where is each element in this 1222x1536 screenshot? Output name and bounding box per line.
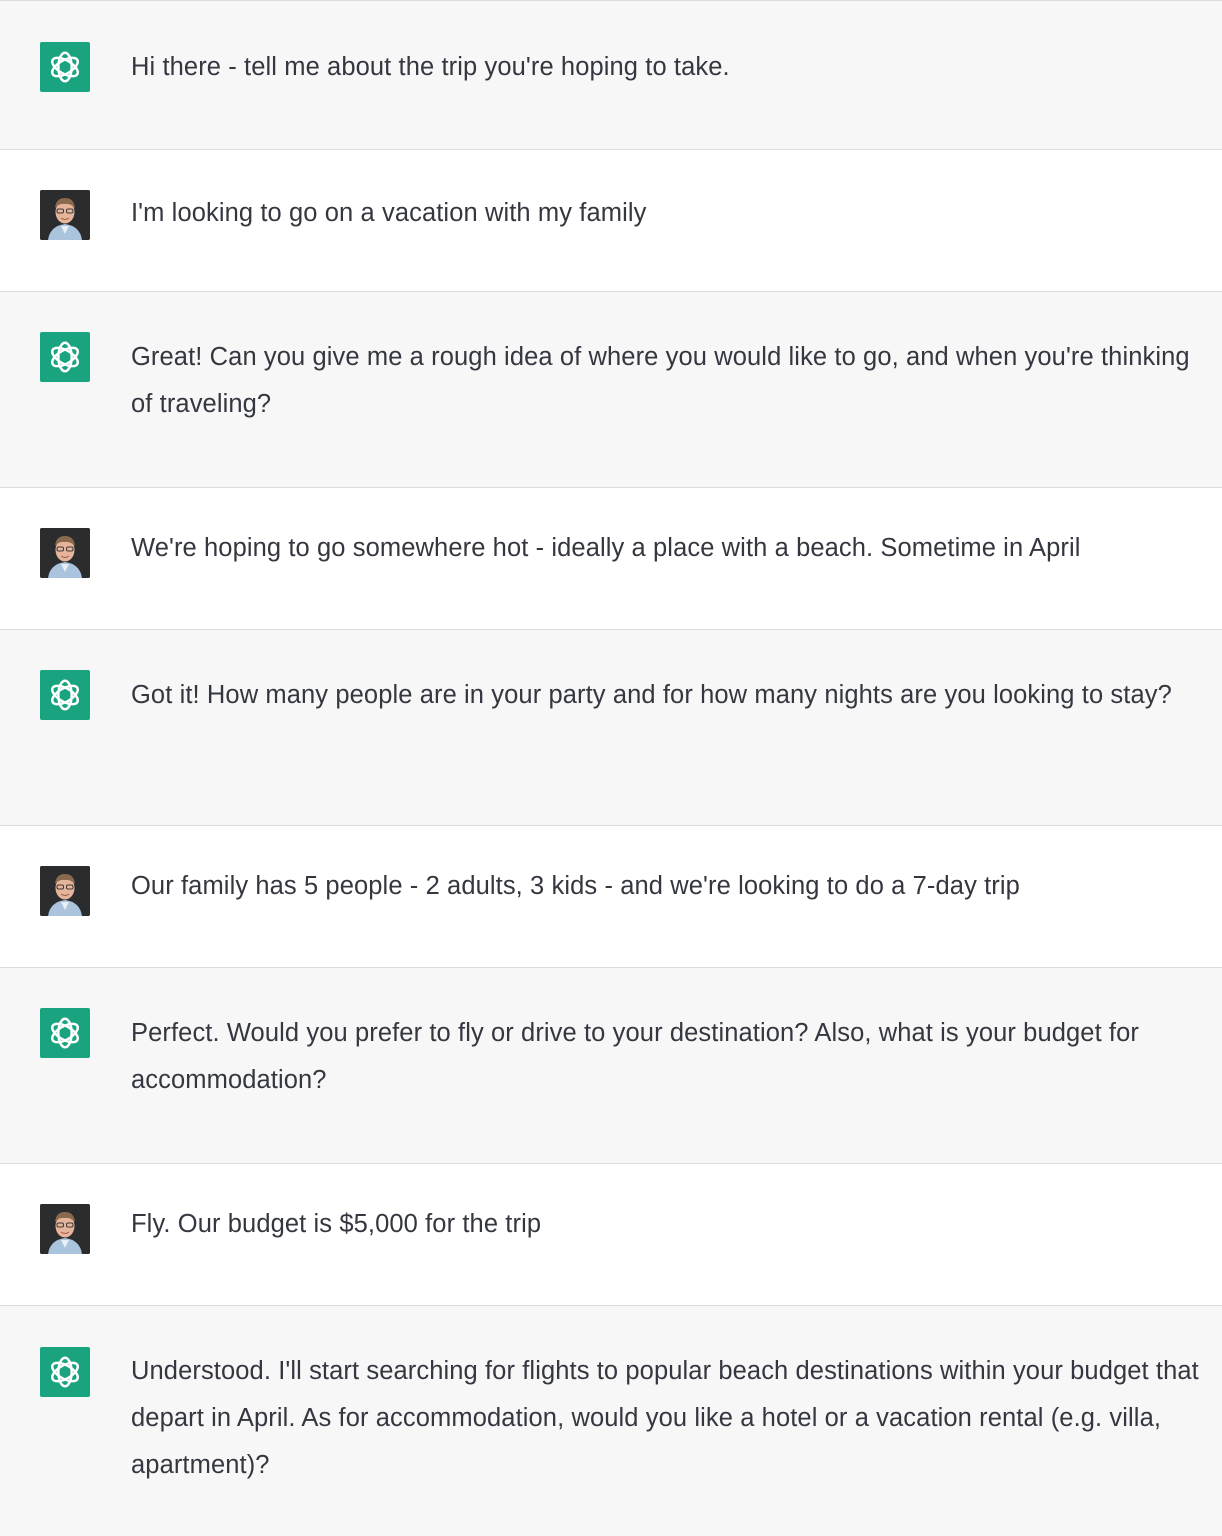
assistant-message: Hi there - tell me about the trip you're… xyxy=(0,0,1222,150)
user-photo-avatar xyxy=(40,866,90,916)
user-photo-avatar xyxy=(40,1204,90,1254)
message-text: Hi there - tell me about the trip you're… xyxy=(131,53,730,81)
user-message: Our family has 5 people - 2 adults, 3 ki… xyxy=(0,826,1222,968)
openai-logo-icon xyxy=(40,42,90,92)
message-text: Fly. Our budget is $5,000 for the trip xyxy=(131,1210,542,1238)
message-text: Great! Can you give me a rough idea of w… xyxy=(131,343,1190,418)
user-message: We're hoping to go somewhere hot - ideal… xyxy=(0,488,1222,630)
message-text: Understood. I'll start searching for fli… xyxy=(131,1357,1199,1479)
assistant-message: Perfect. Would you prefer to fly or driv… xyxy=(0,968,1222,1164)
openai-logo-icon xyxy=(40,1008,90,1058)
message-text: Got it! How many people are in your part… xyxy=(131,681,1172,709)
user-photo-avatar xyxy=(40,528,90,578)
message-text: Perfect. Would you prefer to fly or driv… xyxy=(131,1019,1139,1094)
openai-logo-icon xyxy=(40,670,90,720)
user-photo-avatar xyxy=(40,190,90,240)
openai-logo-icon xyxy=(40,1347,90,1397)
message-text: I'm looking to go on a vacation with my … xyxy=(131,199,647,227)
openai-logo-icon xyxy=(40,332,90,382)
chat-thread: Hi there - tell me about the trip you're… xyxy=(0,0,1222,1536)
user-message: Fly. Our budget is $5,000 for the trip xyxy=(0,1164,1222,1306)
message-text: Our family has 5 people - 2 adults, 3 ki… xyxy=(131,872,1020,900)
assistant-message: Understood. I'll start searching for fli… xyxy=(0,1306,1222,1536)
message-text: We're hoping to go somewhere hot - ideal… xyxy=(131,534,1081,562)
assistant-message: Great! Can you give me a rough idea of w… xyxy=(0,292,1222,488)
assistant-message: Got it! How many people are in your part… xyxy=(0,630,1222,826)
user-message: I'm looking to go on a vacation with my … xyxy=(0,150,1222,292)
